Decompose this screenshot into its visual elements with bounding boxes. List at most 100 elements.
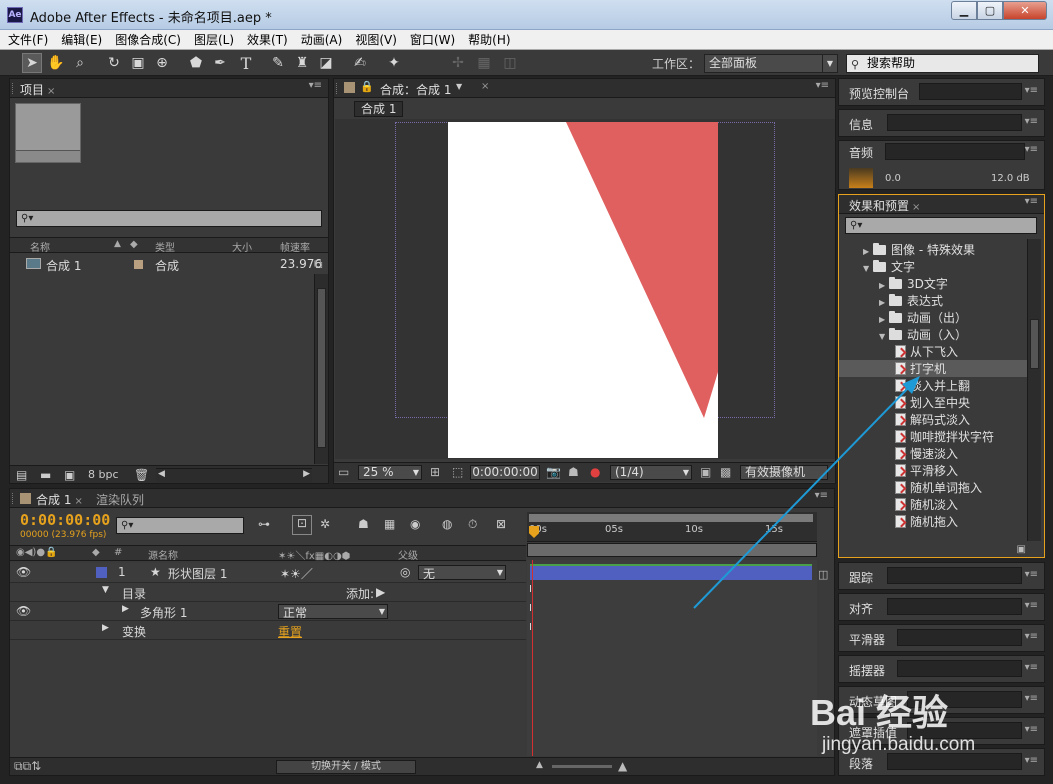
expand-down-icon[interactable]: ▼: [863, 264, 873, 273]
camera-select[interactable]: 有效摄像机: [740, 465, 828, 480]
preview-panel[interactable]: 预览控制台 ▾≡: [838, 78, 1045, 106]
resolution-select[interactable]: (1/4) ▼: [610, 465, 692, 480]
hand-tool-icon[interactable]: ✋: [46, 53, 66, 73]
col-type[interactable]: 类型: [155, 239, 175, 254]
graph-editor-icon[interactable]: ⊠: [496, 517, 506, 531]
info-panel[interactable]: 信息 ▾≡: [838, 109, 1045, 137]
tab-timeline-comp[interactable]: 合成 1 ×: [36, 491, 83, 508]
wiggler-panel[interactable]: 摇摆器 ▾≡: [838, 655, 1045, 683]
menu-animation[interactable]: 动画(A): [301, 31, 343, 48]
tracker-panel[interactable]: 跟踪 ▾≡: [838, 562, 1045, 590]
mask-interpolation-panel[interactable]: 遮罩插值 ▾≡: [838, 717, 1045, 745]
expand-arrow-icon[interactable]: ▶: [122, 604, 129, 614]
comp-menu-dropdown[interactable]: ▼: [456, 82, 462, 91]
panel-menu-icon[interactable]: ▾≡: [1025, 631, 1038, 642]
comp-subtab[interactable]: 合成 1: [354, 101, 404, 117]
panel-menu-icon[interactable]: ▾≡: [1025, 724, 1038, 735]
effects-tree-item[interactable]: 平滑移入: [839, 462, 1027, 479]
effects-tree-item[interactable]: 从下飞入: [839, 343, 1027, 360]
close-tab-icon[interactable]: ×: [481, 81, 489, 92]
paragraph-panel[interactable]: 段落 ▾≡: [838, 748, 1045, 776]
padlock-icon[interactable]: 🔒: [360, 80, 374, 93]
always-preview-icon[interactable]: ▭: [338, 465, 349, 479]
layer-name[interactable]: 形状图层 1: [168, 565, 227, 582]
workspace-select[interactable]: 全部面板 ▼: [704, 54, 838, 73]
menu-view[interactable]: 视图(V): [355, 31, 397, 48]
layer-switches[interactable]: ✶☀／: [280, 565, 313, 582]
panel-menu-icon[interactable]: ▾≡: [1025, 755, 1038, 766]
panel-menu-icon[interactable]: ▾≡: [1025, 569, 1038, 580]
col-source-name[interactable]: 源名称: [148, 547, 178, 562]
close-tab-icon[interactable]: ×: [47, 86, 55, 97]
navigator-bar[interactable]: [527, 543, 817, 557]
menu-edit[interactable]: 编辑(E): [61, 31, 102, 48]
panel-menu-icon[interactable]: ▾≡: [1025, 144, 1038, 155]
transparency-grid-icon[interactable]: ⬚: [452, 465, 463, 479]
menu-effect[interactable]: 效果(T): [247, 31, 288, 48]
parent-select[interactable]: 无 ▼: [418, 565, 506, 581]
panel-menu-icon[interactable]: ▾≡: [1025, 116, 1038, 127]
region-icon[interactable]: ⊞: [430, 465, 440, 479]
effects-search-input[interactable]: ⚲▾: [845, 217, 1037, 234]
tab-composition[interactable]: 合成：合成 1: [380, 81, 451, 98]
panel-menu-icon[interactable]: ▾≡: [1025, 662, 1038, 673]
expand-right-icon[interactable]: ▶: [863, 247, 873, 256]
auto-keyframe-icon[interactable]: ⏱: [468, 517, 477, 532]
zoom-slider[interactable]: [552, 765, 612, 768]
project-item-row[interactable]: 合成 1 合成 23.976 ⧉: [10, 256, 323, 273]
effects-scrollbar[interactable]: [1027, 239, 1041, 541]
puppet-tool-icon[interactable]: ✦: [384, 53, 404, 73]
menu-help[interactable]: 帮助(H): [468, 31, 510, 48]
contents-row[interactable]: ▼ 目录 添加: ▶: [10, 583, 526, 602]
effects-tree-item[interactable]: ▶ 图像 - 特殊效果: [839, 243, 1027, 258]
col-size[interactable]: 大小: [232, 239, 252, 254]
time-ruler[interactable]: 00s 05s 10s 15s: [527, 512, 817, 542]
composition-viewer[interactable]: [335, 119, 835, 459]
selection-tool-icon[interactable]: ➤: [22, 53, 42, 73]
project-horizontal-scrollbar[interactable]: ◀ ▶: [156, 468, 312, 482]
interpret-footage-icon[interactable]: ▤: [16, 468, 27, 482]
panel-menu-icon[interactable]: ▾≡: [1025, 693, 1038, 704]
menu-file[interactable]: 文件(F): [8, 31, 48, 48]
project-vertical-scrollbar[interactable]: [314, 274, 328, 464]
composition-canvas[interactable]: [448, 122, 718, 458]
new-composition-icon[interactable]: ▣: [64, 468, 75, 482]
bpc-label[interactable]: 8 bpc: [88, 468, 119, 481]
panel-menu-icon[interactable]: ▾≡: [816, 80, 829, 91]
maximize-button[interactable]: ▢: [977, 1, 1003, 20]
timeline-search-input[interactable]: ⚲▾: [116, 517, 244, 534]
keyframe-marker-icon[interactable]: I: [529, 584, 532, 595]
audio-panel-label[interactable]: 音频: [849, 144, 873, 161]
zoom-tool-icon[interactable]: ⌕: [70, 53, 90, 73]
live-update-icon[interactable]: ⊡: [292, 515, 312, 535]
new-folder-icon[interactable]: ▬: [40, 468, 51, 482]
menu-layer[interactable]: 图层(L): [194, 31, 234, 48]
menu-composition[interactable]: 图像合成(C): [115, 31, 181, 48]
shape-tool-icon[interactable]: ⬟: [186, 53, 206, 73]
project-search-input[interactable]: ⚲▾: [16, 210, 322, 227]
fast-preview-icon[interactable]: ▣: [700, 465, 711, 479]
trash-icon[interactable]: 🗑: [134, 468, 149, 482]
visibility-eye-icon[interactable]: 👁: [16, 565, 31, 579]
current-time-indicator-icon[interactable]: [529, 526, 539, 538]
pen-tool-icon[interactable]: ✒: [210, 53, 230, 73]
effects-tree-item[interactable]: ▼ 文字: [839, 258, 1027, 275]
snapshot-icon[interactable]: 📷: [546, 465, 561, 479]
brainstorm-icon[interactable]: ◍: [442, 517, 452, 531]
effects-tree-item[interactable]: 随机单词拖入: [839, 479, 1027, 496]
channels-icon[interactable]: ●: [590, 465, 600, 479]
keyframe-marker-icon[interactable]: I: [529, 603, 532, 614]
effects-tree-item[interactable]: ▶ 表达式: [839, 292, 1027, 309]
show-snapshot-icon[interactable]: ☗: [568, 465, 579, 479]
polygon-row[interactable]: 👁 ▶ 多角形 1 正常 ▼: [10, 602, 526, 621]
effects-tree-item[interactable]: 咖啡搅拌状字符: [839, 428, 1027, 445]
motion-sketch-panel[interactable]: 动态草图 ▾≡: [838, 686, 1045, 714]
panel-menu-icon[interactable]: ▾≡: [1025, 600, 1038, 611]
close-tab-icon[interactable]: ×: [912, 202, 920, 213]
track-area[interactable]: I I I: [527, 560, 817, 756]
effects-tree-item[interactable]: 随机淡入: [839, 496, 1027, 513]
comp-button-icon[interactable]: ◫: [818, 568, 828, 581]
clone-stamp-tool-icon[interactable]: ♜: [292, 53, 312, 73]
effects-tree-item[interactable]: 打字机: [839, 360, 1027, 377]
col-fps[interactable]: 帧速率: [280, 239, 310, 254]
